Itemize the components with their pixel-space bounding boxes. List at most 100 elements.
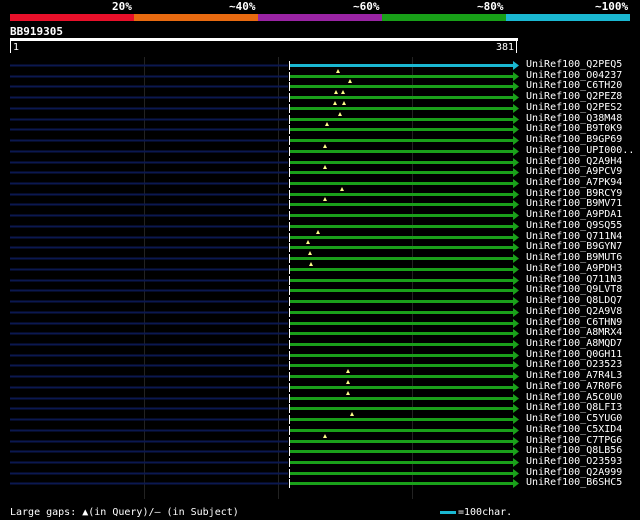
alignment-start-tick — [289, 115, 290, 124]
hit-row[interactable] — [10, 479, 519, 488]
hit-label[interactable]: UniRef100_B9T0K9 — [526, 123, 622, 134]
alignment-arrow-icon — [513, 72, 519, 81]
hit-label[interactable]: UniRef100_A7PK94 — [526, 177, 622, 188]
hit-row[interactable] — [10, 297, 519, 306]
alignment-arrow-icon — [513, 351, 519, 360]
hit-row[interactable] — [10, 240, 519, 252]
hit-row[interactable] — [10, 391, 519, 403]
hit-row[interactable] — [10, 361, 519, 370]
hit-label[interactable]: UniRef100_O23593 — [526, 456, 622, 467]
hit-label[interactable]: UniRef100_Q9SQ55 — [526, 220, 622, 231]
alignment-bar — [289, 193, 515, 196]
alignment-start-tick — [289, 297, 290, 306]
hit-label[interactable]: UniRef100_B9GP69 — [526, 134, 622, 145]
hit-row[interactable] — [10, 90, 519, 102]
hit-label[interactable]: UniRef100_A7R4L3 — [526, 370, 622, 381]
alignment-start-tick — [289, 125, 290, 134]
hit-label[interactable]: UniRef100_B6SHC5 — [526, 477, 622, 488]
hit-row[interactable] — [10, 434, 519, 446]
hit-row[interactable] — [10, 144, 519, 156]
hit-row[interactable] — [10, 308, 519, 317]
hit-label[interactable]: UniRef100_Q2PEQ5 — [526, 59, 622, 70]
hit-row[interactable] — [10, 340, 519, 349]
hit-label[interactable]: UniRef100_C5XID4 — [526, 424, 622, 435]
hit-label[interactable]: UniRef100_A9PCV9 — [526, 166, 622, 177]
hit-label[interactable]: UniRef100_O23523 — [526, 359, 622, 370]
alignment-start-tick — [289, 447, 290, 456]
hit-label[interactable]: UniRef100_C6TH20 — [526, 80, 622, 91]
hit-row[interactable] — [10, 426, 519, 435]
hit-label[interactable]: UniRef100_A7R0F6 — [526, 381, 622, 392]
hit-row[interactable] — [10, 158, 519, 167]
hit-row[interactable] — [10, 458, 519, 467]
alignment-arrow-icon — [513, 147, 519, 156]
alignment-arrow-icon — [513, 415, 519, 424]
hit-label[interactable]: UniRef100_Q2PEZ8 — [526, 91, 622, 102]
hit-row[interactable] — [10, 61, 519, 70]
legend-label: ~40% — [229, 0, 256, 13]
hit-row[interactable] — [10, 179, 519, 188]
alignment-start-tick — [289, 319, 290, 328]
hit-row[interactable] — [10, 369, 519, 381]
hit-row[interactable] — [10, 404, 519, 413]
hit-row[interactable] — [10, 136, 519, 145]
hit-label[interactable]: UniRef100_Q8LDQ7 — [526, 295, 622, 306]
alignment-bar — [289, 289, 515, 292]
alignment-start-tick — [289, 426, 290, 435]
alignment-arrow-icon — [513, 265, 519, 274]
alignment-bar — [289, 161, 515, 164]
query-gap-marker-icon — [306, 240, 310, 244]
hit-row[interactable] — [10, 251, 519, 263]
hit-row[interactable] — [10, 286, 519, 295]
hit-row[interactable] — [10, 329, 519, 338]
hit-label[interactable]: UniRef100_Q8LB56 — [526, 445, 622, 456]
hit-label[interactable]: UniRef100_A9PDA1 — [526, 209, 622, 220]
hit-label[interactable]: UniRef100_B9MV71 — [526, 198, 622, 209]
hit-label[interactable]: UniRef100_Q2PES2 — [526, 102, 622, 113]
alignment-bar — [289, 482, 515, 485]
hit-row[interactable] — [10, 262, 519, 274]
alignment-start-tick — [289, 72, 290, 81]
hit-label[interactable]: UniRef100_A9PDH3 — [526, 263, 622, 274]
hit-row[interactable] — [10, 319, 519, 328]
hit-row[interactable] — [10, 276, 519, 285]
alignment-arrow-icon — [513, 308, 519, 317]
alignment-start-tick — [289, 211, 290, 220]
hit-label[interactable]: UniRef100_Q8LFI3 — [526, 402, 622, 413]
hit-label[interactable]: UniRef100_A8MQD7 — [526, 338, 622, 349]
hit-row[interactable] — [10, 122, 519, 134]
hit-label[interactable]: UniRef100_Q9LVT8 — [526, 284, 622, 295]
hit-row[interactable] — [10, 230, 519, 242]
hit-row[interactable] — [10, 469, 519, 478]
alignment-start-tick — [289, 469, 290, 478]
hit-row[interactable] — [10, 351, 519, 360]
alignment-start-tick — [289, 222, 290, 231]
hit-row[interactable] — [10, 101, 519, 113]
hit-row[interactable] — [10, 79, 519, 91]
hit-row[interactable] — [10, 447, 519, 456]
hit-label[interactable]: UniRef100_B9MUT6 — [526, 252, 622, 263]
hit-row[interactable] — [10, 187, 519, 199]
hit-label[interactable]: UniRef100_C5YUG0 — [526, 413, 622, 424]
alignment-arrow-icon — [513, 254, 519, 263]
hit-row[interactable] — [10, 197, 519, 209]
hit-row[interactable] — [10, 211, 519, 220]
alignment-bar — [289, 375, 515, 378]
legend-label: ~60% — [353, 0, 380, 13]
hit-row[interactable] — [10, 380, 519, 392]
hit-label[interactable]: UniRef100_A8MRX4 — [526, 327, 622, 338]
alignment-start-tick — [289, 136, 290, 145]
alignment-bar — [289, 139, 515, 142]
hit-label[interactable]: UniRef100_Q2A9V8 — [526, 306, 622, 317]
hit-row[interactable] — [10, 112, 519, 124]
hit-label[interactable]: UniRef100_B9GYN7 — [526, 241, 622, 252]
alignment-bar — [289, 343, 515, 346]
alignment-arrow-icon — [513, 125, 519, 134]
hit-row[interactable] — [10, 412, 519, 424]
query-gap-marker-icon — [340, 187, 344, 191]
hit-row[interactable] — [10, 222, 519, 231]
alignment-arrow-icon — [513, 104, 519, 113]
hit-row[interactable] — [10, 165, 519, 177]
hit-row[interactable] — [10, 69, 519, 81]
hit-label[interactable]: UniRef100_UPI000.. — [526, 145, 634, 156]
